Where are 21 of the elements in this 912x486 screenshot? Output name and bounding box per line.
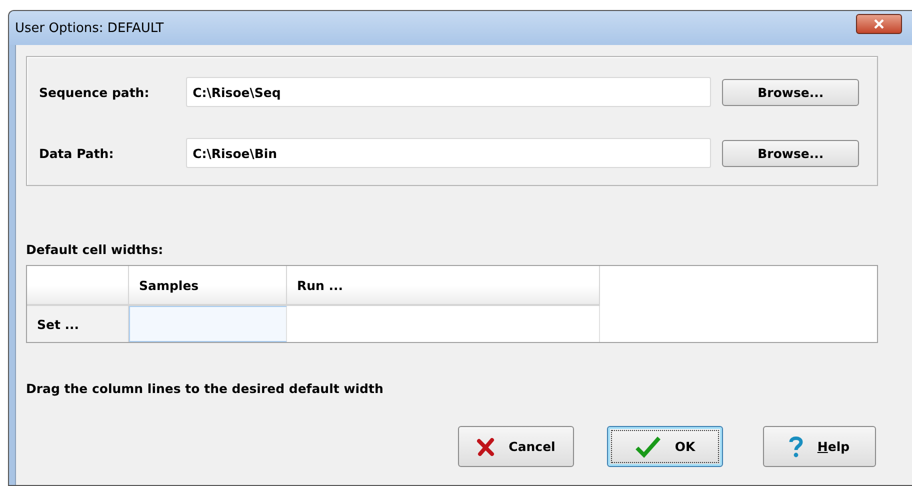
close-button[interactable] bbox=[856, 14, 902, 34]
cancel-button[interactable]: Cancel bbox=[458, 426, 574, 467]
cross-icon bbox=[476, 438, 495, 456]
path-field[interactable]: C:\Risoe\Seq bbox=[186, 77, 712, 107]
window-title: User Options: DEFAULT bbox=[14, 20, 164, 36]
field-label: Sequence path: bbox=[39, 84, 150, 100]
browse-button[interactable]: Browse... bbox=[722, 140, 859, 166]
column-header[interactable]: Samples bbox=[129, 266, 287, 306]
ok-button[interactable]: OK bbox=[607, 426, 723, 467]
close-icon bbox=[874, 19, 884, 29]
browse-button[interactable]: Browse... bbox=[722, 78, 859, 106]
help-button[interactable]: Help bbox=[763, 426, 876, 467]
hint-text: Drag the column lines to the desired default width bbox=[26, 381, 384, 396]
field-label: Data Path: bbox=[39, 146, 115, 160]
checkmark-icon bbox=[634, 436, 661, 458]
path-field[interactable]: C:\Risoe\Bin bbox=[186, 138, 712, 168]
row-header[interactable]: Set ... bbox=[27, 306, 129, 342]
column-header[interactable]: Run ... bbox=[287, 266, 600, 306]
grid-cell[interactable] bbox=[129, 306, 287, 342]
question-mark-icon bbox=[789, 436, 804, 458]
section-label: Default cell widths: bbox=[26, 242, 164, 257]
